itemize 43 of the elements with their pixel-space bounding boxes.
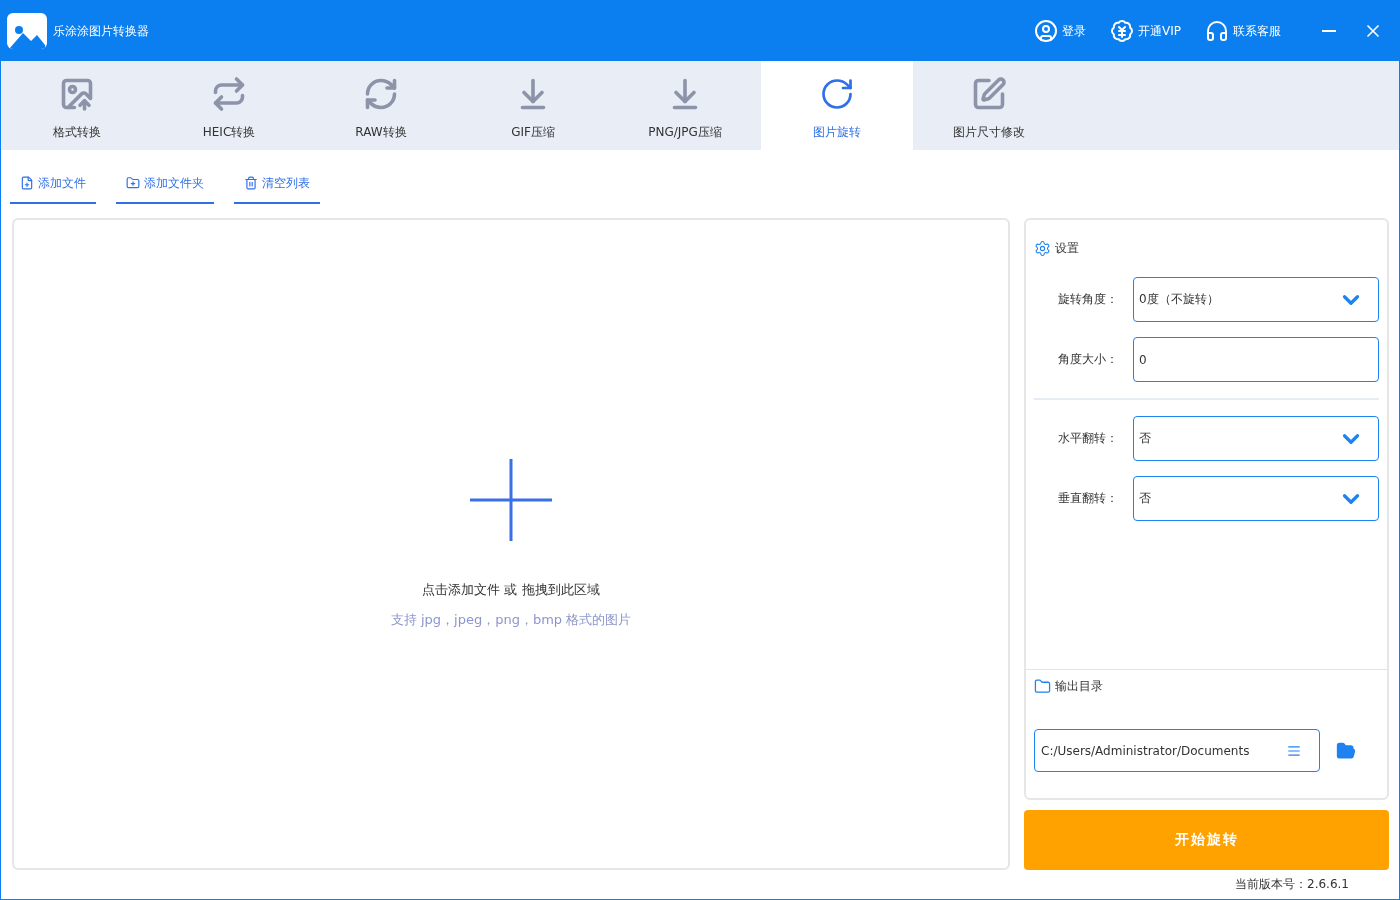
drop-prompt: 点击添加文件 或 拖拽到此区域: [422, 581, 600, 599]
dropdown[interactable]: 否: [1133, 416, 1379, 461]
tab[interactable]: 图片尺寸修改: [913, 61, 1065, 150]
toolbar-button[interactable]: 清空列表: [234, 164, 320, 204]
path-field[interactable]: C:/Users/Administrator/Documents: [1034, 729, 1320, 772]
section-title: 设置: [1055, 240, 1079, 257]
field-label: 水平翻转：: [1058, 430, 1119, 447]
drop-zone[interactable]: 点击添加文件 或 拖拽到此区域 支持 jpg，jpeg，png，bmp 格式的图片: [12, 218, 1010, 870]
format-hint: 支持 jpg，jpeg，png，bmp 格式的图片: [390, 611, 632, 629]
field-label: 旋转角度：: [1058, 291, 1119, 308]
tab[interactable]: RAW转换: [305, 61, 457, 150]
toolbar-button[interactable]: 添加文件: [10, 164, 96, 204]
minimize-icon: [1322, 30, 1336, 32]
settings-icon: [1034, 240, 1051, 257]
header-link[interactable]: 开通VIP: [1110, 19, 1181, 43]
version-label: 当前版本号：2.6.6.1: [1235, 876, 1349, 893]
folder-plus-icon: [126, 176, 140, 190]
edit-icon: [971, 75, 1007, 112]
dropdown[interactable]: 否: [1133, 476, 1379, 521]
plus-icon: [470, 459, 552, 541]
header-link[interactable]: 联系客服: [1205, 19, 1281, 43]
dropdown[interactable]: 0度（不旋转）: [1133, 277, 1379, 322]
file-plus-icon: [20, 176, 34, 190]
field-label: 垂直翻转：: [1058, 490, 1119, 507]
list-icon: [1287, 743, 1301, 758]
tab[interactable]: PNG/JPG压缩: [609, 61, 761, 150]
tab[interactable]: HEIC转换: [153, 61, 305, 150]
app-logo: [7, 13, 47, 49]
field-label: 角度大小：: [1058, 351, 1119, 368]
folder-icon: [1034, 678, 1051, 695]
folder-open-icon[interactable]: [1336, 740, 1356, 761]
section-title: 输出目录: [1055, 678, 1103, 695]
headset-icon: [1205, 19, 1229, 43]
header-link[interactable]: 登录: [1034, 19, 1086, 43]
window-title: 乐涂涂图片转换器: [53, 22, 150, 40]
user-icon: [1034, 19, 1058, 43]
toolbar-button[interactable]: 添加文件夹: [116, 164, 214, 204]
tab[interactable]: 图片旋转: [761, 61, 913, 150]
tab[interactable]: GIF压缩: [457, 61, 609, 150]
swap-icon: [211, 75, 247, 112]
tab[interactable]: 格式转换: [1, 61, 153, 150]
input-field[interactable]: 0: [1133, 337, 1379, 382]
trash-icon: [244, 176, 258, 190]
